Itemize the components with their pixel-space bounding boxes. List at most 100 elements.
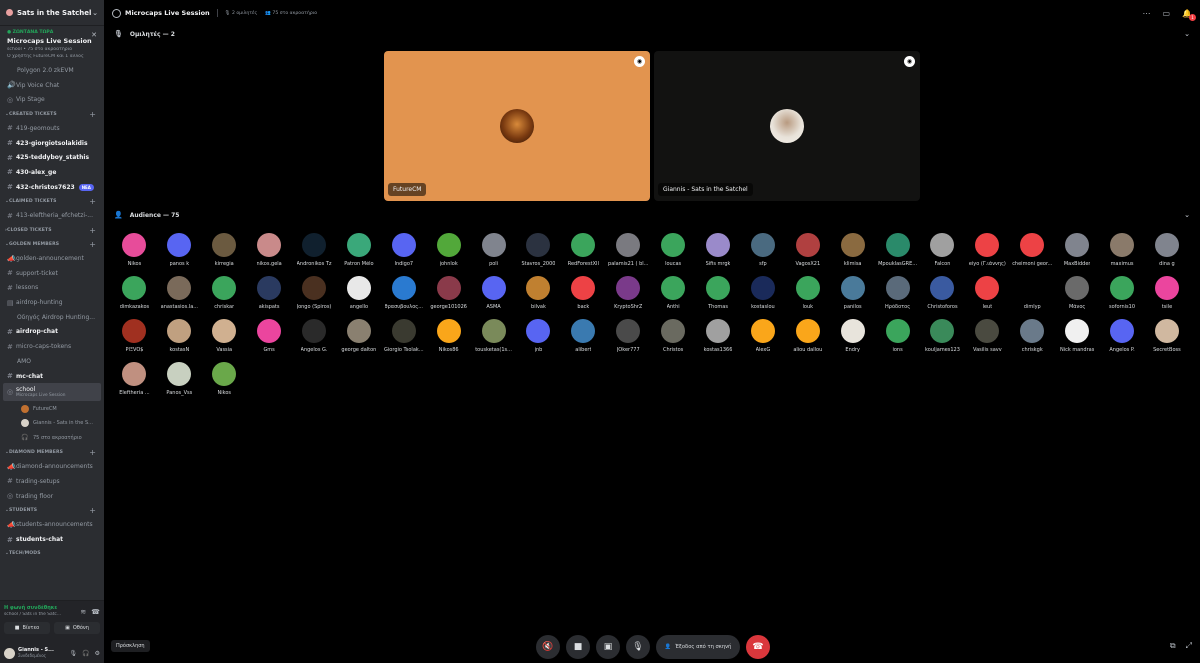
audience-member[interactable]: george dalton xyxy=(336,319,381,358)
sidebar-item-ticket[interactable]: #413-eleftheria_efchetzi-... xyxy=(3,209,101,224)
close-icon[interactable]: ✕ xyxy=(91,31,97,39)
category-diamond-members[interactable]: ⌄ DIAMOND MEMBERS + xyxy=(3,445,101,459)
speaker-tile[interactable]: ◉ Giannis - Sats in the Satchel xyxy=(654,51,920,201)
headphones-icon[interactable]: 🎧 xyxy=(82,650,89,657)
sidebar-item-ticket[interactable]: #425-teddyboy_stathis xyxy=(3,150,101,165)
category-golden-members[interactable]: ⌄ GOLDEN MEMBERS + xyxy=(3,237,101,251)
audience-member[interactable]: palamis21 ( bl... xyxy=(606,233,651,272)
avatar[interactable] xyxy=(4,647,15,659)
sidebar-item-micro-caps-tokens[interactable]: # micro-caps-tokens xyxy=(3,339,101,354)
video-button[interactable]: ■ Βίντεο xyxy=(4,622,50,634)
audience-member[interactable]: Vasilis savv xyxy=(965,319,1010,358)
sidebar-item-trading-setups[interactable]: # trading-setups xyxy=(3,474,101,489)
camera-button[interactable]: ■ xyxy=(566,635,590,659)
sidebar-item-ticket[interactable]: #432-christos7623 NEA xyxy=(3,180,101,195)
disconnect-button[interactable]: ☎ xyxy=(746,635,770,659)
voice-user[interactable]: FutureCM xyxy=(3,401,101,416)
audience-member[interactable]: eiyo (Γ.ιάννης) xyxy=(965,233,1010,272)
audience-member[interactable]: RedForestXII xyxy=(561,233,606,272)
audience-member[interactable]: ions xyxy=(875,319,920,358)
mute-audio-button[interactable]: 🔇 xyxy=(536,635,560,659)
audience-member[interactable]: JOker777 xyxy=(606,319,651,358)
invite-button[interactable]: Πρόσκληση xyxy=(111,640,150,652)
sidebar-item-golden-announcement[interactable]: 📣 golden-announcement xyxy=(3,251,101,266)
sidebar-item-ticket[interactable]: #430-alex_ge xyxy=(3,165,101,180)
category-claimed-tickets[interactable]: ⌄ CLAIMED TICKETS + xyxy=(3,195,101,209)
speaker-tile[interactable]: ◉ FutureCM xyxy=(384,51,650,201)
audience-member[interactable]: panos k xyxy=(157,233,202,272)
screen-share-button[interactable]: ▣ xyxy=(596,635,620,659)
disconnect-icon[interactable]: ☎ xyxy=(91,608,100,616)
audience-member[interactable]: bilvak xyxy=(516,276,561,315)
audience-member[interactable]: MaxBidder xyxy=(1055,233,1100,272)
chevron-down-icon[interactable]: ⌄ xyxy=(1184,30,1190,38)
audience-member[interactable]: Gms xyxy=(247,319,292,358)
audience-member[interactable]: Anthi xyxy=(651,276,696,315)
audience-member[interactable]: dimlyp xyxy=(1010,276,1055,315)
audience-member[interactable]: kirregia xyxy=(202,233,247,272)
plus-icon[interactable]: + xyxy=(89,110,96,119)
audience-member[interactable]: sfp xyxy=(740,233,785,272)
audience-member[interactable]: poli xyxy=(471,233,516,272)
user-info[interactable]: Giannis - S... Συνδεδεμένος xyxy=(18,648,54,659)
audience-member[interactable]: dina g xyxy=(1144,233,1189,272)
audience-member[interactable]: Jongo (Spiros) xyxy=(292,276,337,315)
category-students[interactable]: ⌄ STUDENTS + xyxy=(3,504,101,518)
sidebar-item-amo[interactable]: AMO xyxy=(3,354,101,369)
audience-member[interactable]: Endry xyxy=(830,319,875,358)
sidebar-item-school[interactable]: ◎ school Microcaps Live Session xyxy=(3,383,101,402)
plus-icon[interactable]: + xyxy=(89,197,96,206)
audience-member[interactable]: dimkazakos xyxy=(112,276,157,315)
audience-member[interactable]: PlΞVO$ xyxy=(112,319,157,358)
audience-member[interactable]: Eleftheria ... xyxy=(112,362,157,401)
audience-member[interactable]: alibert xyxy=(561,319,606,358)
audience-member[interactable]: Patron Mélo xyxy=(336,233,381,272)
more-icon[interactable]: ⋯ xyxy=(1142,9,1150,18)
audience-member[interactable]: Andronikos Tz xyxy=(292,233,337,272)
sidebar-item-students-announcements[interactable]: 📣 students-announcements xyxy=(3,518,101,533)
audience-member[interactable]: AlexG xyxy=(740,319,785,358)
audience-member[interactable]: Christos xyxy=(651,319,696,358)
notification-icon[interactable]: 🔔 1 xyxy=(1182,9,1196,21)
audience-member[interactable]: SecretBoss xyxy=(1144,319,1189,358)
server-header[interactable]: Sats in the Satchel ⌄ xyxy=(0,0,104,26)
sidebar-item-diamond-announcements[interactable]: 📣 diamond-announcements xyxy=(3,459,101,474)
audience-member[interactable]: loucas xyxy=(651,233,696,272)
audience-member[interactable]: george101026 xyxy=(426,276,471,315)
audience-member[interactable]: Nikos86 xyxy=(426,319,471,358)
audience-member[interactable]: Falcon xyxy=(920,233,965,272)
audience-member[interactable]: Vassia xyxy=(202,319,247,358)
audience-member[interactable]: Nikos xyxy=(202,362,247,401)
audience-member[interactable]: tousketas(1s... xyxy=(471,319,516,358)
popout-icon[interactable]: ▭ xyxy=(1162,9,1170,18)
audience-member[interactable]: Christoforos xyxy=(920,276,965,315)
audience-member[interactable]: MpouklasGRE... xyxy=(875,233,920,272)
audience-member[interactable]: Thomas xyxy=(696,276,741,315)
noise-suppression-icon[interactable]: ≋ xyxy=(80,608,86,616)
sidebar-item-support-ticket[interactable]: # support-ticket xyxy=(3,266,101,281)
sidebar-item-lessons[interactable]: # lessons xyxy=(3,281,101,296)
audience-member[interactable]: kostaslou xyxy=(740,276,785,315)
audience-member[interactable]: Panos_Vss xyxy=(157,362,202,401)
plus-icon[interactable]: + xyxy=(89,226,96,235)
audience-member[interactable]: kouljames123 xyxy=(920,319,965,358)
plus-icon[interactable]: + xyxy=(89,448,96,457)
sidebar-item-ticket[interactable]: #419-geomouts xyxy=(3,121,101,136)
audience-member[interactable]: Angelos G. xyxy=(292,319,337,358)
category-closed-tickets[interactable]: › CLOSED TICKETS + xyxy=(3,223,101,237)
audience-member[interactable]: jnb xyxy=(516,319,561,358)
live-stage-card[interactable]: ● ΖΩΝΤΑΝΑ ΤΩΡΑ Microcaps Live Session sc… xyxy=(0,26,104,61)
sidebar-item-vip-stage[interactable]: ◎ Vip Stage xyxy=(3,92,101,107)
microphone-button[interactable]: 🎙 xyxy=(626,635,650,659)
audience-member[interactable]: kostas1366 xyxy=(696,319,741,358)
audience-member[interactable]: Giorgio Tsolak... xyxy=(381,319,426,358)
chevron-down-icon[interactable]: ⌄ xyxy=(1184,211,1190,219)
voice-channel-path[interactable]: school / Sats in the Satc... xyxy=(4,612,74,617)
audience-member[interactable]: Sifis mrgk xyxy=(696,233,741,272)
audience-member[interactable]: θρασυβουλος... xyxy=(381,276,426,315)
sidebar-item-mc-chat[interactable]: # mc-chat xyxy=(3,369,101,384)
audience-member[interactable]: Angelos P. xyxy=(1100,319,1145,358)
audience-member[interactable]: klimisa xyxy=(830,233,875,272)
audience-member[interactable]: ASMA xyxy=(471,276,516,315)
audience-member[interactable]: Ηρόδοτος xyxy=(875,276,920,315)
